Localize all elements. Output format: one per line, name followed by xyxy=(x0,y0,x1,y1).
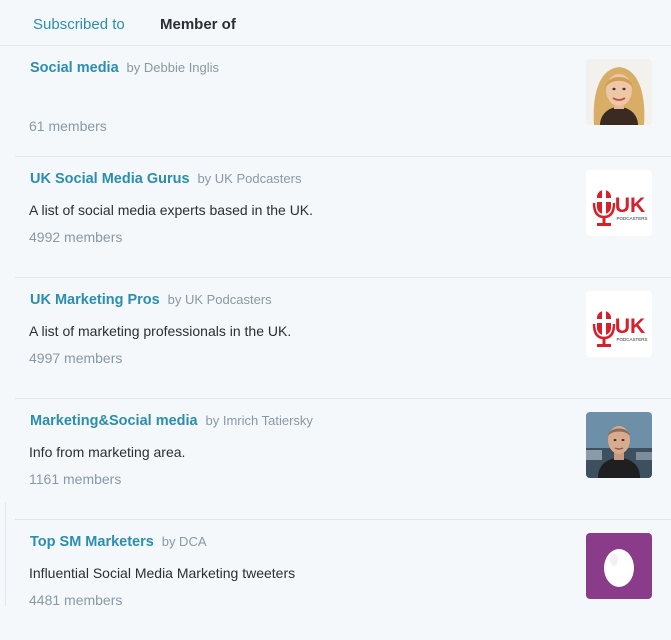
tab-subscribed-to[interactable]: Subscribed to xyxy=(33,16,125,34)
uk-podcasters-logo-icon: UK PODCASTERS xyxy=(586,170,652,236)
list-title-row: Social media by Debbie Inglis xyxy=(30,58,219,77)
svg-text:PODCASTERS: PODCASTERS xyxy=(616,216,647,221)
list-name-link[interactable]: Marketing&Social media xyxy=(30,413,198,429)
list-member-count: 4997 members xyxy=(29,350,123,366)
lists-tabs: Subscribed to Member of xyxy=(0,0,671,46)
owner-avatar[interactable] xyxy=(586,533,652,599)
owner-avatar[interactable] xyxy=(586,412,652,478)
list-owner[interactable]: by UK Podcasters xyxy=(168,292,272,307)
list-title-row: UK Marketing Pros by UK Podcasters xyxy=(30,290,272,309)
list-owner[interactable]: by UK Podcasters xyxy=(197,171,301,186)
list-name-link[interactable]: UK Marketing Pros xyxy=(30,292,160,308)
list-name-link[interactable]: Top SM Marketers xyxy=(30,534,154,550)
lists-container: Social media by Debbie Inglis 61 members… xyxy=(15,46,671,640)
list-member-count: 61 members xyxy=(29,118,107,134)
egg-icon xyxy=(586,533,652,599)
list-name-link[interactable]: Social media xyxy=(30,60,119,76)
tab-member-of[interactable]: Member of xyxy=(160,16,236,34)
owner-avatar[interactable] xyxy=(586,59,652,125)
left-panel-edge xyxy=(0,503,6,606)
list-title-row: Top SM Marketers by DCA xyxy=(30,532,207,551)
list-name-link[interactable]: UK Social Media Gurus xyxy=(30,171,190,187)
list-description: A list of marketing professionals in the… xyxy=(29,323,292,339)
list-owner[interactable]: by Debbie Inglis xyxy=(127,60,220,75)
svg-text:UK: UK xyxy=(615,194,645,217)
svg-text:UK: UK xyxy=(615,315,645,338)
list-owner[interactable]: by Imrich Tatiersky xyxy=(206,413,313,428)
list-description: Info from marketing area. xyxy=(29,444,186,460)
list-item[interactable]: UK Marketing Pros by UK Podcasters A lis… xyxy=(15,278,671,399)
woman-portrait-icon xyxy=(586,59,652,125)
uk-podcasters-logo-icon: UK PODCASTERS xyxy=(586,291,652,357)
list-member-count: 4992 members xyxy=(29,229,123,245)
man-portrait-icon xyxy=(586,412,652,478)
list-member-count: 4481 members xyxy=(29,592,123,608)
owner-avatar[interactable]: UK PODCASTERS xyxy=(586,170,652,236)
owner-avatar[interactable]: UK PODCASTERS xyxy=(586,291,652,357)
list-description: Influential Social Media Marketing tweet… xyxy=(29,565,296,581)
list-owner[interactable]: by DCA xyxy=(162,534,207,549)
list-member-count: 1161 members xyxy=(29,471,122,487)
svg-text:PODCASTERS: PODCASTERS xyxy=(616,337,647,342)
list-item[interactable]: Marketing&Social media by Imrich Tatiers… xyxy=(15,399,671,520)
list-title-row: UK Social Media Gurus by UK Podcasters xyxy=(30,169,301,188)
list-description: A list of social media experts based in … xyxy=(29,202,314,218)
list-title-row: Marketing&Social media by Imrich Tatiers… xyxy=(30,411,313,430)
list-item[interactable]: Social media by Debbie Inglis 61 members xyxy=(15,46,671,157)
list-item[interactable]: Top SM Marketers by DCA Influential Soci… xyxy=(15,520,671,640)
list-item[interactable]: UK Social Media Gurus by UK Podcasters A… xyxy=(15,157,671,278)
